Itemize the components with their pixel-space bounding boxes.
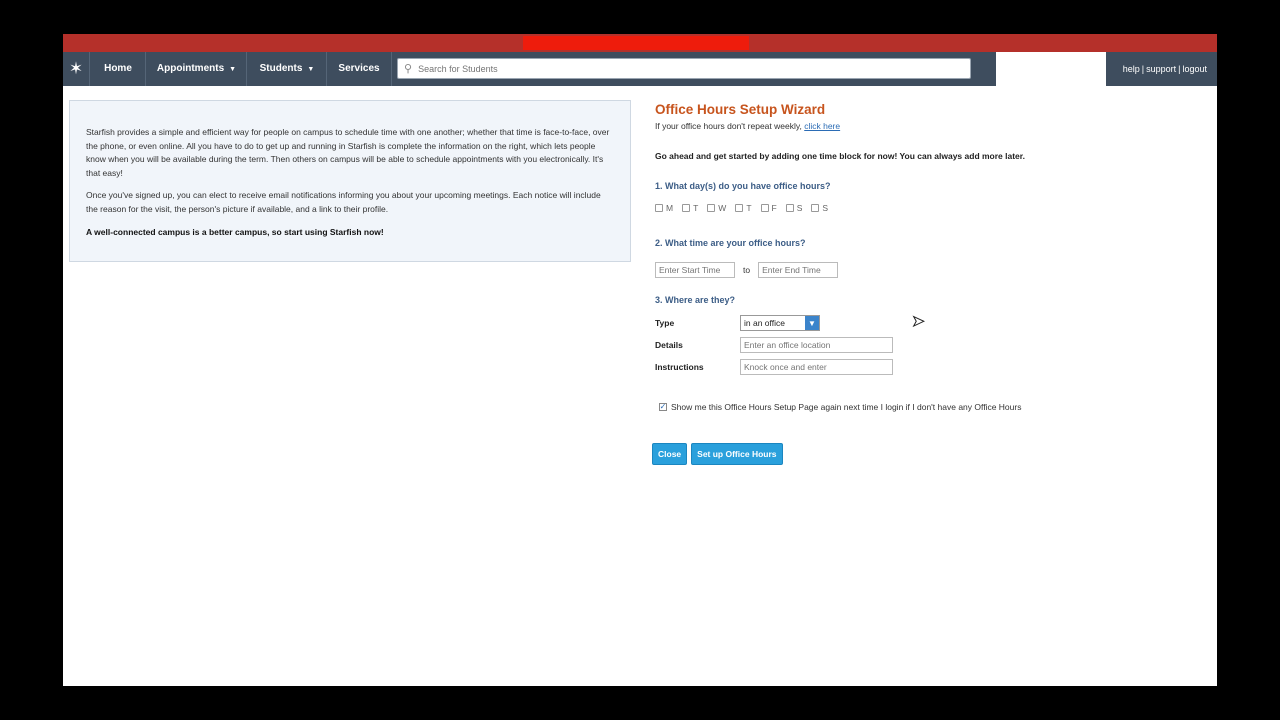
wizard-subtitle-text: If your office hours don't repeat weekly… [655, 121, 802, 131]
user-box [996, 52, 1106, 86]
info-paragraph: Once you've signed up, you can elect to … [86, 190, 601, 214]
day-checkboxes: M T W T F S S [655, 203, 1195, 213]
setup-wizard: Office Hours Setup Wizard If your office… [652, 102, 1195, 465]
close-button[interactable]: Close [652, 443, 688, 465]
search-box[interactable]: ⚲ [397, 58, 971, 79]
checkbox[interactable] [682, 204, 691, 212]
type-select[interactable]: in an office ▼ [740, 315, 820, 331]
type-row: Type in an office ▼ [655, 315, 1195, 331]
day-label: F [771, 203, 777, 213]
nav-bar: ✶ Home Appointments ▼ Students ▼ Services … [63, 52, 1217, 86]
wizard-intro: Go ahead and get started by adding one t… [655, 151, 1025, 161]
nav-students[interactable]: Students ▼ [246, 52, 327, 86]
day-label: S [796, 203, 803, 213]
setup-office-hours-button[interactable]: Set up Office Hours [691, 443, 783, 465]
nav-services[interactable]: Services [326, 52, 392, 86]
top-banner [63, 34, 1217, 52]
nav-appointments[interactable]: Appointments ▼ [145, 52, 247, 86]
support-link[interactable]: support [1146, 64, 1176, 74]
info-paragraph: Starfish provides a simple and efficient… [86, 127, 610, 178]
instructions-label: Instructions [655, 362, 704, 372]
start-time-input[interactable] [655, 262, 735, 278]
to-label: to [743, 265, 751, 275]
question-days: 1. What day(s) do you have office hours? [655, 181, 831, 191]
wizard-actions: Close Set up Office Hours [652, 443, 1195, 465]
chevron-down-icon[interactable]: ▼ [805, 316, 819, 330]
nav-students-label: Students [259, 63, 303, 74]
type-label: Type [655, 318, 675, 328]
banner-highlight [523, 36, 749, 50]
nav-home-label: Home [104, 63, 132, 74]
day-wednesday[interactable]: W [707, 203, 726, 213]
show-again-label: Show me this Office Hours Setup Page aga… [671, 402, 1022, 412]
wizard-subtitle: If your office hours don't repeat weekly… [655, 121, 1195, 131]
day-sunday[interactable]: S [811, 203, 828, 213]
info-tagline: A well-connected campus is a better camp… [86, 226, 384, 237]
day-thursday[interactable]: T [735, 203, 752, 213]
logout-link[interactable]: logout [1182, 64, 1207, 74]
day-monday[interactable]: M [655, 203, 673, 213]
instructions-input[interactable] [740, 359, 893, 375]
day-label: S [822, 203, 829, 213]
end-time-input[interactable] [758, 262, 839, 278]
show-again-option[interactable]: ✓ Show me this Office Hours Setup Page a… [659, 402, 1195, 412]
day-tuesday[interactable]: T [682, 203, 698, 213]
nav-home[interactable]: Home [89, 52, 146, 86]
details-label: Details [655, 340, 683, 350]
help-link[interactable]: help [1123, 64, 1140, 74]
question-location: 3. Where are they? [655, 295, 736, 305]
day-friday[interactable]: F [760, 203, 777, 213]
click-here-link[interactable]: click here [804, 121, 840, 131]
nav-appointments-label: Appointments [156, 63, 225, 74]
day-saturday[interactable]: S [785, 203, 803, 213]
search-icon: ⚲ [404, 63, 413, 75]
checkbox[interactable] [735, 204, 744, 212]
instructions-row: Instructions [655, 359, 1195, 375]
utility-links: help | support | logout [1122, 64, 1207, 74]
browser-page: ✶ Home Appointments ▼ Students ▼ Services … [63, 34, 1217, 686]
checkbox[interactable] [811, 204, 820, 212]
question-time: 2. What time are your office hours? [655, 238, 806, 248]
checkbox[interactable] [655, 204, 663, 212]
info-panel: Starfish provides a simple and efficient… [69, 100, 631, 262]
day-label: T [746, 203, 752, 213]
details-row: Details [655, 337, 1195, 353]
nav-services-label: Services [338, 63, 380, 74]
time-range: to [655, 262, 1195, 278]
checkbox[interactable] [785, 204, 794, 212]
day-label: M [666, 203, 674, 213]
search-input[interactable] [416, 62, 961, 75]
type-select-value: in an office [744, 318, 785, 328]
mouse-pointer-icon: ➤ [912, 313, 926, 331]
day-label: T [693, 203, 699, 213]
chevron-down-icon: ▼ [307, 66, 315, 73]
checkbox[interactable] [707, 204, 716, 212]
starfish-icon[interactable]: ✶ [63, 52, 89, 86]
chevron-down-icon: ▼ [229, 66, 237, 73]
wizard-title: Office Hours Setup Wizard [655, 102, 826, 117]
show-again-checkbox[interactable]: ✓ [659, 403, 667, 411]
details-input[interactable] [740, 337, 893, 353]
checkbox[interactable] [760, 204, 769, 212]
day-label: W [718, 203, 727, 213]
